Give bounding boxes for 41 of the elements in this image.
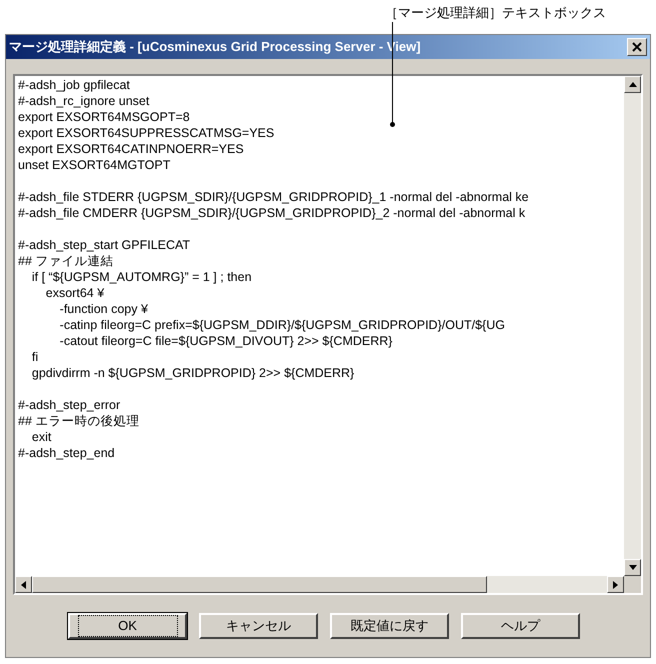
text-box[interactable] [13, 74, 643, 595]
arrow-icon [628, 565, 636, 570]
scroll-right-button[interactable] [607, 576, 624, 593]
dialog-button[interactable]: ヘルプ [461, 613, 580, 639]
scroll-down-button[interactable] [624, 559, 641, 576]
code-line: export EXSORT64SUPPRESSCATMSG=YES [18, 125, 274, 141]
code-line: #-adsh_job gpfilecat [18, 77, 130, 93]
close-icon [632, 42, 642, 52]
code-line: -catout fileorg=C file=${UGPSM_DIVOUT} 2>> ${CMDERR} [58, 333, 392, 349]
code-line: if [ “${UGPSM_AUTOMRG}” = 1 ] ; then [30, 269, 252, 285]
dialog-button[interactable]: OK [68, 613, 187, 639]
code-line: exsort64 ¥ [44, 285, 104, 301]
code-line: exit [30, 429, 52, 445]
code-line: -catinp fileorg=C prefix=${UGPSM_DDIR}/${UGPSM_GRIDPROPID}/OUT/${UG [58, 317, 505, 333]
dialog-button[interactable]: 既定値に戻す [330, 613, 449, 639]
close-button[interactable] [627, 38, 647, 56]
code-line: gpdivdirrm -n ${UGPSM_GRIDPROPID} 2>> ${CMDERR} [30, 365, 354, 381]
scroll-thumb[interactable] [32, 576, 487, 593]
code-line: #-adsh_rc_ignore unset [18, 93, 150, 109]
code-line: #-adsh_file STDERR {UGPSM_SDIR}/{UGPSM_GRIDPROPID}_1 -normal del -abnormal ke [18, 189, 529, 205]
code-line: #-adsh_file CMDERR {UGPSM_SDIR}/{UGPSM_GRIDPROPID}_2 -normal del -abnormal k [18, 205, 526, 221]
code-line: -function copy ¥ [58, 301, 148, 317]
arrow-icon [613, 580, 618, 588]
code-line: fi [30, 349, 38, 365]
code-line: ## エラー時の後処理 [18, 413, 140, 429]
code-line: #-adsh_step_error [18, 397, 120, 413]
code-line: export EXSORT64CATINPNOERR=YES [18, 141, 244, 157]
scroll-up-button[interactable] [624, 76, 641, 93]
code-line: export EXSORT64MSGOPT=8 [18, 109, 190, 125]
arrow-icon [628, 82, 636, 87]
dialog-button[interactable]: キャンセル [199, 613, 318, 639]
scroll-left-button[interactable] [15, 576, 32, 593]
code-line: #-adsh_step_end [18, 445, 115, 461]
callout-label: ［マージ処理詳細］テキストボックス [385, 4, 606, 22]
vertical-scrollbar[interactable] [624, 76, 641, 576]
scroll-corner [624, 576, 641, 593]
code-line: ## ファイル連結 [18, 253, 114, 269]
code-line: unset EXSORT64MGTOPT [18, 157, 170, 173]
code-line: #-adsh_step_start GPFILECAT [18, 237, 190, 253]
arrow-icon [21, 580, 26, 588]
horizontal-scrollbar[interactable] [15, 576, 624, 593]
